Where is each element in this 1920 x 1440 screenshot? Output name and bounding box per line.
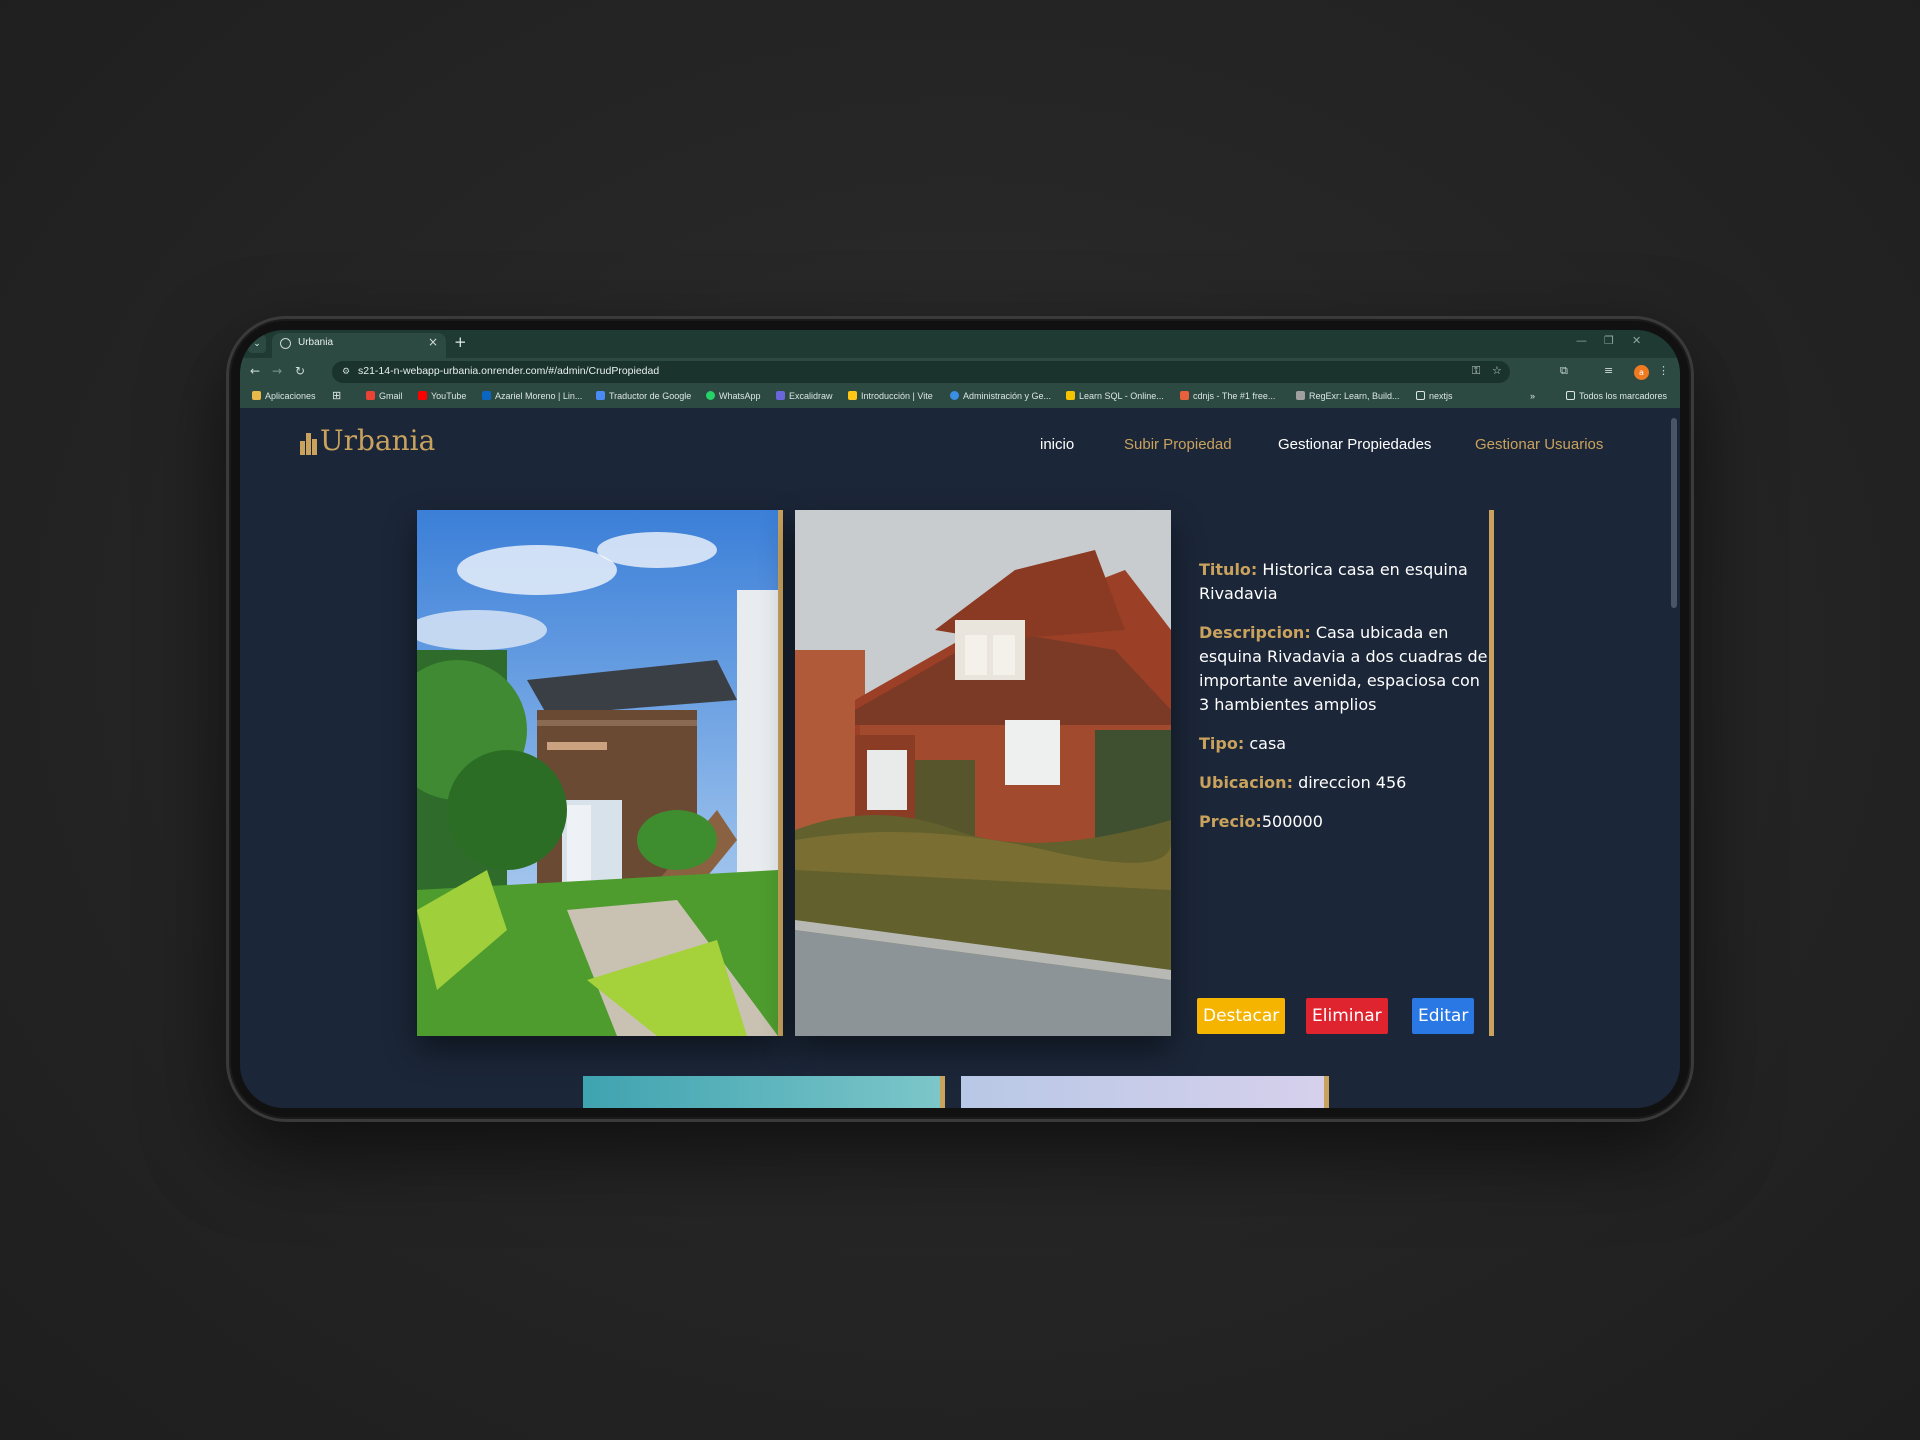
- whatsapp-icon: [706, 391, 715, 400]
- globe-icon: [280, 338, 291, 349]
- bookmark-item[interactable]: Traductor de Google: [596, 391, 691, 401]
- page-content: Urbania inicio Subir Propiedad Gestionar…: [240, 408, 1680, 1108]
- eliminar-button[interactable]: Eliminar: [1306, 998, 1388, 1034]
- bookmark-item[interactable]: Learn SQL - Online...: [1066, 391, 1164, 401]
- site-logo[interactable]: Urbania: [300, 422, 435, 457]
- tab-search-icon[interactable]: ⌄: [248, 335, 266, 353]
- property-title-row: Titulo: Historica casa en esquina Rivada…: [1199, 558, 1489, 606]
- next-card-photo: [583, 1076, 945, 1108]
- property-details: Titulo: Historica casa en esquina Rivada…: [1199, 558, 1489, 849]
- bookmark-item[interactable]: WhatsApp: [706, 391, 761, 401]
- regexr-icon: [1296, 391, 1305, 400]
- bookmark-item[interactable]: Aplicaciones: [252, 391, 316, 401]
- back-icon[interactable]: ←: [250, 364, 260, 378]
- bookmark-item[interactable]: YouTube: [418, 391, 466, 401]
- tipo-value: casa: [1249, 734, 1287, 753]
- bookmark-item[interactable]: Azariel Moreno | Lin...: [482, 391, 582, 401]
- forward-icon[interactable]: →: [272, 364, 282, 378]
- garden-house-illustration: [417, 510, 778, 1036]
- window-close-icon[interactable]: ✕: [1632, 334, 1641, 347]
- tab-groups-icon[interactable]: ⊞: [332, 389, 341, 402]
- descripcion-label: Descripcion:: [1199, 623, 1311, 642]
- brick-house-illustration: [795, 510, 1171, 1036]
- profile-avatar[interactable]: a: [1634, 365, 1649, 380]
- bookmark-item[interactable]: Excalidraw: [776, 391, 833, 401]
- precio-label: Precio:: [1199, 812, 1262, 831]
- browser-tab[interactable]: Urbania ×: [272, 333, 446, 358]
- bookmarks-bar: Aplicaciones ⊞ Gmail YouTube Azariel Mor…: [240, 386, 1680, 408]
- bookmark-item[interactable]: cdnjs - The #1 free...: [1180, 391, 1275, 401]
- property-photo-brick-house: [795, 510, 1171, 1036]
- apps-grid-icon: [252, 391, 261, 400]
- bookmark-item[interactable]: RegExr: Learn, Build...: [1296, 391, 1400, 401]
- property-type-row: Tipo: casa: [1199, 732, 1489, 756]
- tab-title: Urbania: [298, 337, 334, 348]
- nav-gestionar-propiedades[interactable]: Gestionar Propiedades: [1278, 436, 1431, 453]
- bookmark-item[interactable]: Administración y Ge...: [950, 391, 1051, 401]
- edge-icon: [950, 391, 959, 400]
- address-bar[interactable]: ⚙ s21-14-n-webapp-urbania.onrender.com/#…: [332, 361, 1510, 383]
- property-price-row: Precio:500000: [1199, 810, 1489, 834]
- password-key-icon[interactable]: ⚿: [1472, 364, 1480, 378]
- bookmark-star-icon[interactable]: ☆: [1492, 364, 1502, 377]
- ubicacion-label: Ubicacion:: [1199, 773, 1293, 792]
- reload-icon[interactable]: ↻: [295, 364, 305, 378]
- titulo-label: Titulo:: [1199, 560, 1258, 579]
- all-bookmarks-folder[interactable]: Todos los marcadores: [1566, 391, 1667, 401]
- new-tab-icon[interactable]: +: [454, 333, 467, 351]
- vite-icon: [848, 391, 857, 400]
- bookmark-item[interactable]: Gmail: [366, 391, 403, 401]
- code-icon: [1180, 391, 1189, 400]
- folder-icon: [1566, 391, 1575, 400]
- nav-gestionar-usuarios[interactable]: Gestionar Usuarios: [1475, 436, 1603, 453]
- excalidraw-icon: [776, 391, 785, 400]
- gmail-icon: [366, 391, 375, 400]
- property-location-row: Ubicacion: direccion 456: [1199, 771, 1489, 795]
- url-text: s21-14-n-webapp-urbania.onrender.com/#/a…: [358, 365, 660, 377]
- more-bookmarks-icon[interactable]: »: [1530, 391, 1535, 401]
- tipo-label: Tipo:: [1199, 734, 1245, 753]
- sql-icon: [1066, 391, 1075, 400]
- site-info-icon[interactable]: ⚙: [340, 366, 352, 378]
- building-logo-icon: [300, 422, 318, 455]
- close-tab-icon[interactable]: ×: [428, 335, 438, 349]
- precio-value: 500000: [1261, 812, 1323, 831]
- folder-icon: [1416, 391, 1425, 400]
- card-accent-bar: [1489, 510, 1494, 1036]
- editar-button[interactable]: Editar: [1412, 998, 1475, 1034]
- media-control-icon[interactable]: ≡: [1604, 364, 1613, 377]
- youtube-icon: [418, 391, 427, 400]
- nav-inicio[interactable]: inicio: [1040, 436, 1074, 453]
- browser-toolbar: ← → ↻ ⚙ s21-14-n-webapp-urbania.onrender…: [240, 358, 1680, 386]
- restore-icon[interactable]: ❐: [1604, 334, 1614, 347]
- extensions-icon[interactable]: ⧉: [1560, 364, 1568, 378]
- nav-subir-propiedad[interactable]: Subir Propiedad: [1124, 436, 1232, 453]
- ubicacion-value: direccion 456: [1298, 773, 1407, 792]
- property-description-row: Descripcion: Casa ubicada en esquina Riv…: [1199, 621, 1489, 717]
- property-photo-garden-house: [417, 510, 783, 1036]
- destacar-button[interactable]: Destacar: [1197, 998, 1286, 1034]
- scrollbar-thumb[interactable]: [1671, 418, 1677, 608]
- logo-text: Urbania: [320, 424, 436, 457]
- bookmark-folder[interactable]: nextjs: [1416, 391, 1453, 401]
- translate-icon: [596, 391, 605, 400]
- minimize-icon[interactable]: —: [1576, 334, 1587, 347]
- browser-tab-bar: ⌄ Urbania × + — ❐ ✕: [240, 330, 1680, 358]
- screen: ⌄ Urbania × + — ❐ ✕ ← → ↻ ⚙ s21-14-n-web…: [240, 330, 1680, 1108]
- bookmark-item[interactable]: Introducción | Vite: [848, 391, 933, 401]
- linkedin-icon: [482, 391, 491, 400]
- more-menu-icon[interactable]: ⋮: [1658, 364, 1669, 377]
- property-card: Titulo: Historica casa en esquina Rivada…: [417, 510, 1494, 1036]
- next-card-photo: [961, 1076, 1329, 1108]
